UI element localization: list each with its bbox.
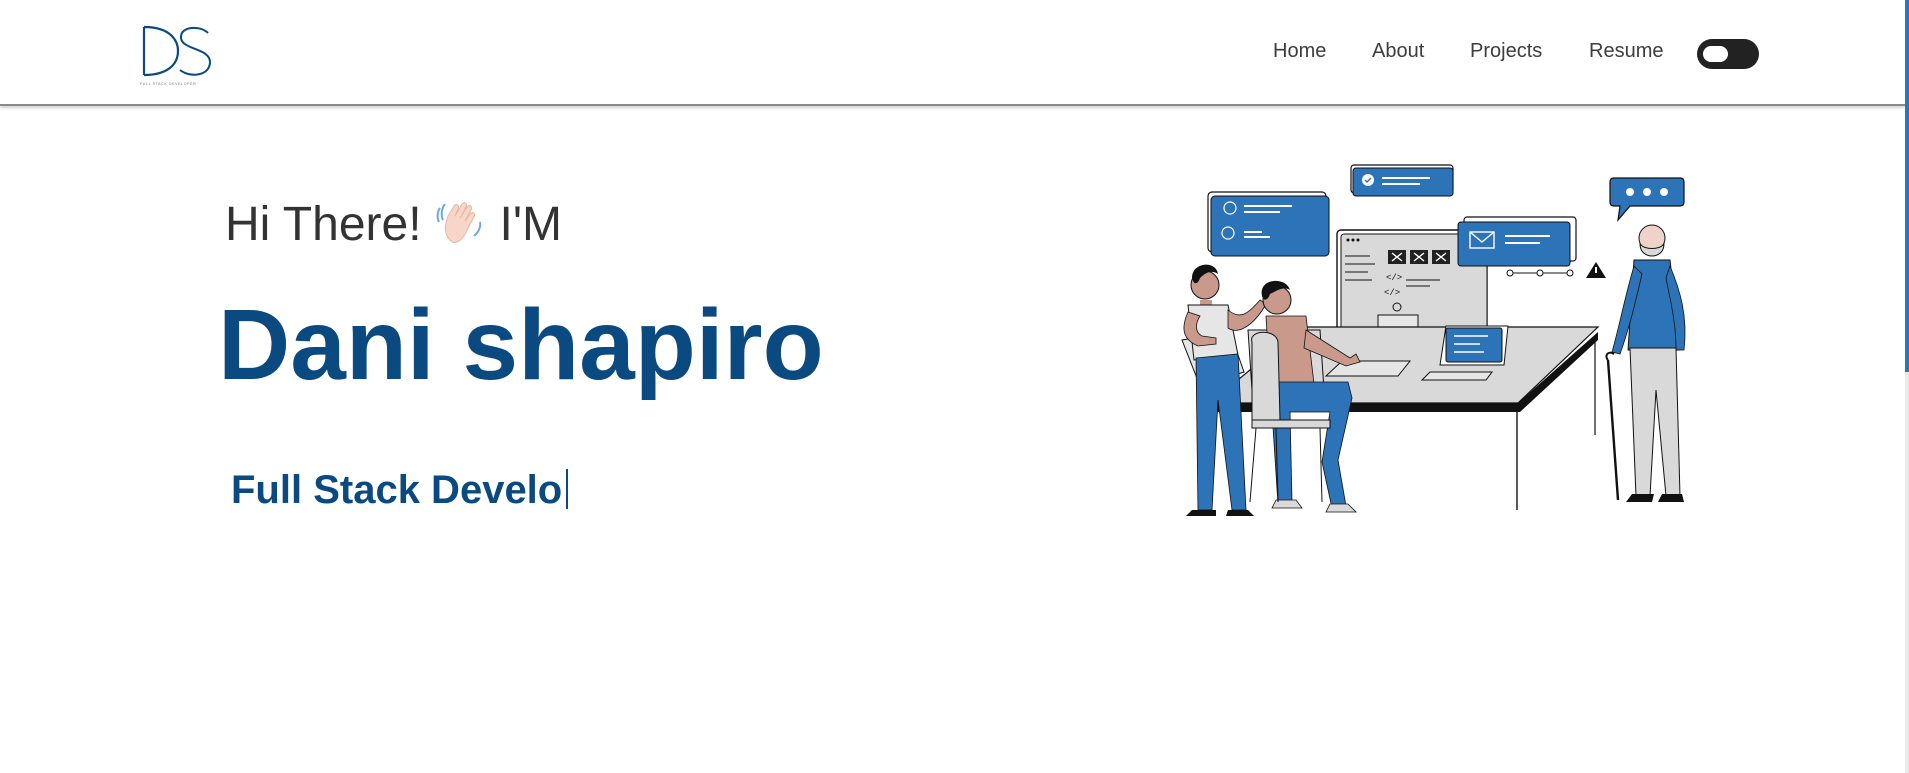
hero-role: Full Stack Develo: [231, 465, 569, 515]
page: FULL STACK DEVELOPER Home About Projects…: [0, 0, 1909, 773]
svg-text:</>: </>: [1384, 288, 1400, 298]
nav-home-link[interactable]: Home: [1273, 38, 1326, 64]
greeting-text: Hi There!: [225, 198, 422, 251]
nav-about-link[interactable]: About: [1372, 38, 1424, 64]
greeting-im-text: I'M: [499, 198, 563, 251]
logo-subtext: FULL STACK DEVELOPER: [140, 82, 196, 86]
nav-links: Home About Projects Resume: [0, 38, 1905, 68]
typed-role-text: Full Stack Develo: [231, 468, 563, 512]
svg-text:</>: </>: [1386, 273, 1402, 283]
nav-projects-link[interactable]: Projects: [1470, 38, 1542, 64]
wave-hand-icon: [436, 202, 481, 243]
theme-toggle[interactable]: [1697, 39, 1759, 69]
scrollbar-thumb[interactable]: [1905, 0, 1909, 372]
developer-team-illustration: </> </>: [1181, 164, 1686, 516]
greeting: Hi There! I'M: [225, 196, 562, 254]
nav-resume-link[interactable]: Resume: [1589, 38, 1663, 64]
hero-name: Dani shapiro: [218, 289, 824, 401]
typing-cursor: [566, 469, 569, 509]
navbar: FULL STACK DEVELOPER Home About Projects…: [0, 0, 1905, 106]
toggle-knob: [1703, 46, 1728, 62]
